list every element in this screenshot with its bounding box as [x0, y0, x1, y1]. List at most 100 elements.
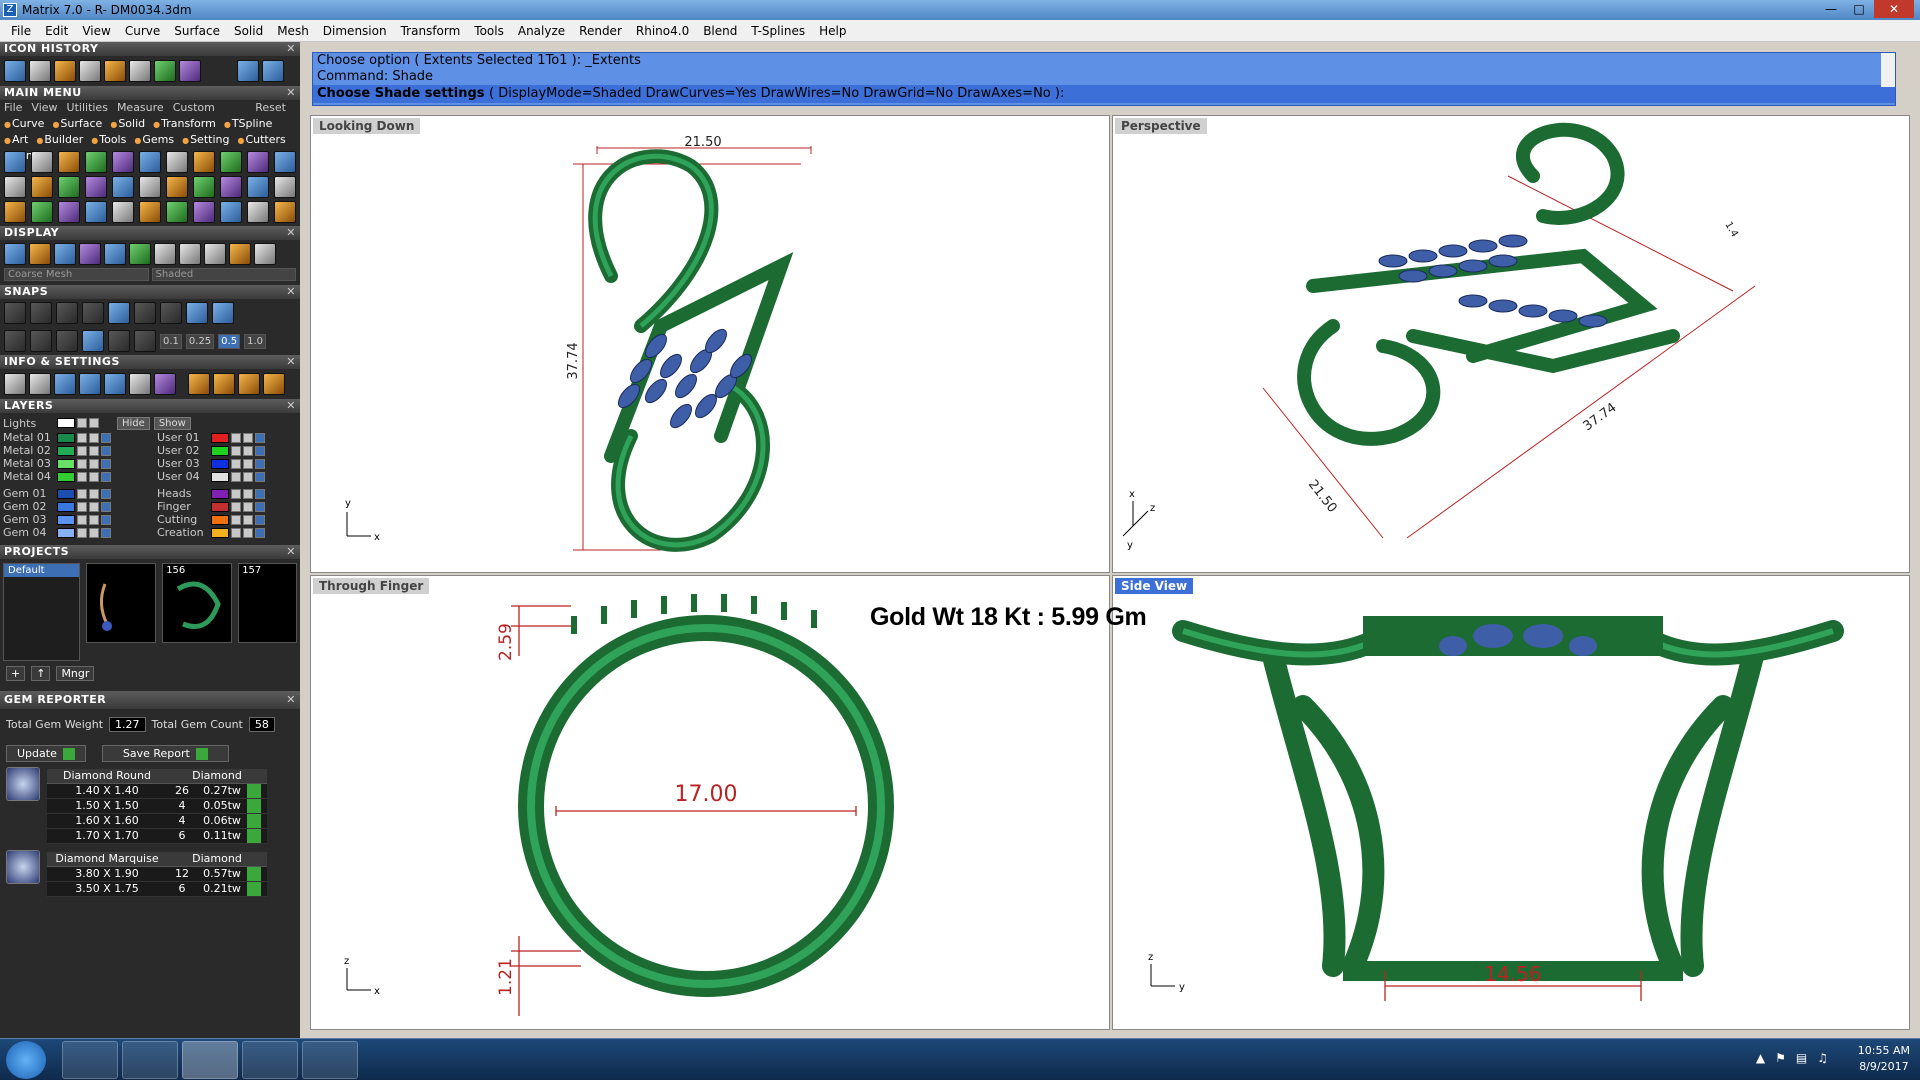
visibility-icon[interactable] [243, 527, 253, 538]
history-icon[interactable] [129, 60, 151, 82]
grid-icon[interactable] [129, 243, 151, 265]
material-sphere-icon[interactable] [179, 243, 201, 265]
tool-icon[interactable] [166, 201, 188, 223]
layer-name[interactable]: Gem 02 [3, 500, 55, 513]
info-icon[interactable] [263, 373, 285, 395]
back-arrow-icon[interactable] [237, 60, 259, 82]
layer-color-swatch[interactable] [57, 488, 75, 499]
tool-icon[interactable] [220, 151, 242, 173]
snap-icon[interactable] [108, 330, 130, 352]
settings-icon[interactable] [4, 373, 26, 395]
snap-icon[interactable] [108, 302, 130, 324]
close-icon[interactable]: ✕ [286, 226, 296, 240]
go-icon[interactable] [247, 867, 261, 881]
lock-icon[interactable] [77, 418, 87, 428]
layer-color-swatch[interactable] [211, 501, 229, 512]
layer-row[interactable]: Gem 02 [3, 500, 143, 513]
snap-icon[interactable] [56, 302, 78, 324]
layer-name[interactable]: User 01 [157, 431, 209, 444]
viewport-looking-down[interactable]: Looking Down 21.50 37.74 y x [310, 115, 1110, 573]
close-icon[interactable]: ✕ [286, 545, 296, 559]
tool-icon[interactable] [112, 201, 134, 223]
layer-name[interactable]: User 02 [157, 444, 209, 457]
layer-row[interactable]: User 01 [157, 431, 297, 444]
close-icon[interactable]: ✕ [286, 86, 296, 100]
menu-rhino4[interactable]: Rhino4.0 [629, 24, 696, 38]
window-icon[interactable] [242, 1041, 298, 1079]
layer-color-swatch[interactable] [211, 514, 229, 525]
tool-icon[interactable] [193, 201, 215, 223]
gem-row[interactable]: 3.50 X 1.75 6 0.21tw [47, 882, 267, 897]
visibility-icon[interactable] [243, 445, 253, 456]
menu-solid[interactable]: Solid [227, 24, 270, 38]
snap-icon[interactable] [82, 302, 104, 324]
tray-arrow-icon[interactable]: ▲ [1756, 1051, 1765, 1065]
tool-icon[interactable] [247, 201, 269, 223]
material-sphere-icon[interactable] [254, 243, 276, 265]
snap-value[interactable]: 0.25 [185, 333, 215, 349]
network-icon[interactable]: ▤ [1796, 1051, 1807, 1065]
visibility-icon[interactable] [243, 458, 253, 469]
select-icon[interactable] [101, 501, 111, 512]
viewport-through-finger[interactable]: Through Finger 17.00 2.59 1.21 z x [310, 575, 1110, 1030]
close-icon[interactable]: ✕ [286, 355, 296, 369]
snap-grid-icon[interactable] [4, 330, 26, 352]
tool-icon[interactable] [112, 176, 134, 198]
go-icon[interactable] [247, 784, 261, 798]
info-icon[interactable] [104, 373, 126, 395]
lock-icon[interactable] [231, 458, 241, 469]
add-icon[interactable]: + [6, 665, 26, 681]
select-icon[interactable] [101, 471, 111, 482]
layer-row[interactable]: Metal 03 [3, 457, 143, 470]
history-icon[interactable] [104, 60, 126, 82]
menu-edit[interactable]: Edit [38, 24, 75, 38]
snap-icon[interactable] [134, 302, 156, 324]
visibility-icon[interactable] [243, 471, 253, 482]
tool-icon[interactable] [58, 151, 80, 173]
layer-row[interactable]: Cutting [157, 513, 297, 526]
viewport-side-view[interactable]: Side View 14.56 z y [1112, 575, 1910, 1030]
menu-tsplines[interactable]: T-Splines [744, 24, 812, 38]
material-sphere-icon[interactable] [204, 243, 226, 265]
layer-name[interactable]: Metal 01 [3, 431, 55, 444]
cat-setting[interactable]: Setting [182, 132, 229, 148]
cat-art[interactable]: Art [4, 132, 28, 148]
tool-icon[interactable] [220, 176, 242, 198]
close-icon[interactable]: ✕ [286, 42, 296, 56]
snap-icon[interactable] [4, 302, 26, 324]
display-mode-select[interactable]: Shaded [151, 268, 296, 281]
viewport-label[interactable]: Looking Down [313, 118, 421, 134]
lock-icon[interactable] [231, 488, 241, 499]
go-icon[interactable] [247, 814, 261, 828]
tool-icon[interactable] [85, 201, 107, 223]
layer-color-swatch[interactable] [211, 527, 229, 538]
layer-row[interactable]: Finger [157, 500, 297, 513]
visibility-icon[interactable] [243, 488, 253, 499]
tool-icon[interactable] [220, 201, 242, 223]
layer-row[interactable]: Metal 04 [3, 470, 143, 483]
gem-row[interactable]: 1.50 X 1.50 4 0.05tw [47, 799, 267, 814]
tool-icon[interactable] [112, 151, 134, 173]
layer-name[interactable]: Finger [157, 500, 209, 513]
info-icon[interactable] [79, 373, 101, 395]
layer-row[interactable]: User 02 [157, 444, 297, 457]
close-icon[interactable]: ✕ [286, 285, 296, 299]
cat-transform[interactable]: Transform [153, 116, 216, 132]
tool-icon[interactable] [31, 176, 53, 198]
tool-icon[interactable] [247, 176, 269, 198]
history-icon[interactable] [29, 60, 51, 82]
menu-surface[interactable]: Surface [167, 24, 227, 38]
layer-color-swatch[interactable] [57, 514, 75, 525]
tool-icon[interactable] [166, 151, 188, 173]
visibility-icon[interactable] [89, 488, 99, 499]
gem-row[interactable]: 1.70 X 1.70 6 0.11tw [47, 829, 267, 844]
layer-name[interactable]: Gem 04 [3, 526, 55, 539]
edit-icon[interactable] [129, 373, 151, 395]
cat-gems[interactable]: Gems [134, 132, 174, 148]
layer-color-swatch[interactable] [57, 527, 75, 538]
layer-name[interactable]: Metal 03 [3, 457, 55, 470]
visibility-icon[interactable] [89, 432, 99, 443]
select-icon[interactable] [255, 527, 265, 538]
show-button[interactable]: Show [153, 416, 191, 430]
layer-color-swatch[interactable] [211, 458, 229, 469]
